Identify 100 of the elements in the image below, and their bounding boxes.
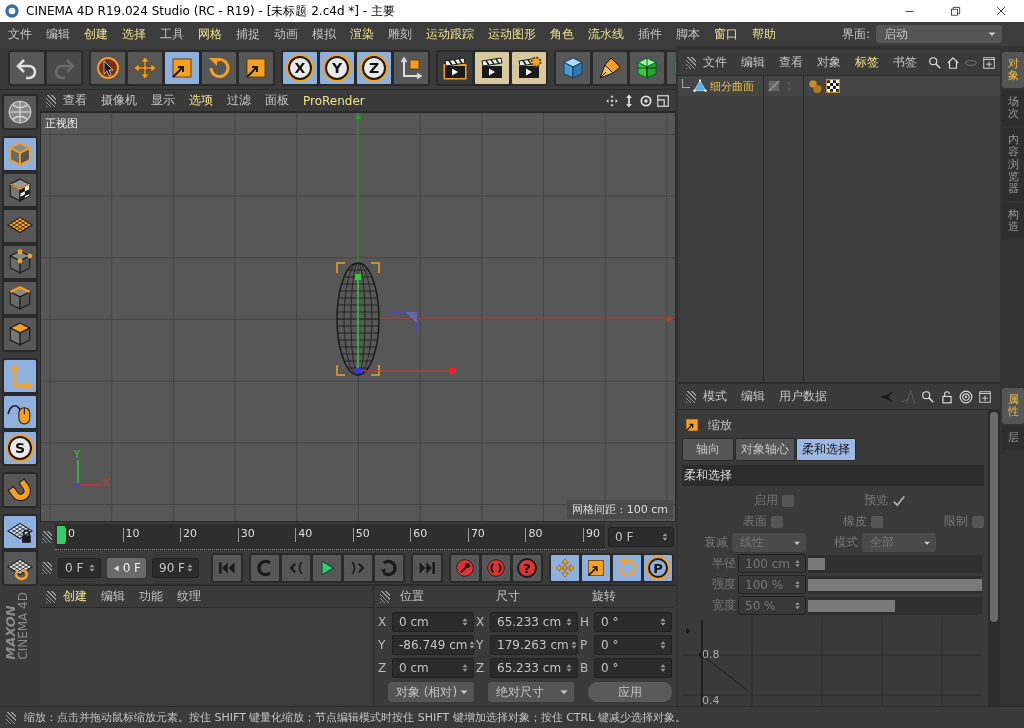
record-button[interactable] [450, 554, 480, 582]
timeline-ruler[interactable]: 0 10 20 30 40 50 60 70 80 90 [55, 524, 605, 550]
size-mode-dropdown[interactable]: 绝对尺寸 [488, 682, 574, 702]
size-field[interactable]: 65.233 cm [490, 658, 578, 678]
menu-item[interactable]: 工具 [153, 25, 191, 43]
apply-button[interactable]: 应用 [588, 682, 672, 702]
rotation-field[interactable]: 0 ° [594, 635, 672, 655]
object-menu-item[interactable]: 文件 [696, 54, 734, 71]
viewport-menu-item[interactable]: ProRender [296, 93, 372, 108]
menu-item[interactable]: 创建 [77, 25, 115, 43]
move-button[interactable] [550, 554, 580, 582]
object-menu-item[interactable]: 书签 [886, 54, 924, 71]
rotate-button[interactable] [201, 50, 237, 85]
menu-item[interactable]: 运动图形 [481, 25, 543, 43]
viewport-menu-item[interactable]: 摄像机 [94, 92, 144, 109]
object-menu-item[interactable]: 标签 [848, 54, 886, 71]
play-button[interactable] [312, 554, 342, 582]
side-tab[interactable]: 构造 [1002, 202, 1024, 240]
select-button[interactable] [90, 50, 126, 85]
cube-button[interactable] [555, 50, 591, 85]
viewport-menu-item[interactable]: 查看 [56, 92, 94, 109]
viewport-menu-item[interactable]: 面板 [258, 92, 296, 109]
grip-handle[interactable] [686, 56, 696, 69]
grip-handle[interactable] [686, 390, 696, 403]
menu-item[interactable]: 脚本 [669, 25, 707, 43]
menu-item[interactable]: 选择 [115, 25, 153, 43]
position-field[interactable]: 0 cm [392, 612, 474, 632]
end-frame-field[interactable]: 90 F [152, 558, 199, 578]
scale-button[interactable] [238, 50, 274, 85]
grip-handle[interactable] [46, 590, 56, 603]
menu-item[interactable]: 模拟 [305, 25, 343, 43]
size-field[interactable]: 179.263 cm [490, 635, 578, 655]
axis-mode-button[interactable] [3, 359, 37, 393]
param-button[interactable]: P [643, 554, 673, 582]
menu-item[interactable]: 捕捉 [229, 25, 267, 43]
axis-lock-button[interactable]: Z [356, 50, 392, 85]
layout-dropdown[interactable]: 启动 [876, 25, 1002, 43]
menu-item[interactable]: 运动跟踪 [419, 25, 481, 43]
side-tab[interactable]: 内容浏览器 [1002, 128, 1024, 201]
grip-handle[interactable] [46, 94, 56, 107]
side-tab[interactable]: 场次 [1002, 90, 1024, 127]
menu-item[interactable]: 编辑 [39, 25, 77, 43]
go-end-button[interactable] [412, 554, 442, 582]
tweak-button[interactable] [3, 395, 37, 429]
slider-track[interactable] [808, 596, 982, 615]
render-settings-button[interactable] [511, 50, 547, 85]
side-tab[interactable]: 对象 [1002, 52, 1024, 89]
material-menu-item[interactable]: 纹理 [170, 588, 208, 605]
grid-refresh-button[interactable] [3, 551, 37, 585]
viewport-menu-item[interactable]: 选项 [182, 92, 220, 109]
menu-item[interactable]: 雕刻 [381, 25, 419, 43]
scale-button[interactable] [581, 554, 611, 582]
snap-button[interactable]: S [3, 431, 37, 465]
polygons-button[interactable] [3, 317, 37, 351]
start-frame-field[interactable]: 0 F [58, 558, 101, 578]
workplane-button[interactable] [3, 209, 37, 243]
magnet-button[interactable] [3, 473, 37, 507]
size-field[interactable]: 65.233 cm [490, 612, 578, 632]
texture-button[interactable] [3, 173, 37, 207]
grip-handle[interactable] [380, 590, 390, 603]
grip-handle[interactable] [42, 562, 52, 574]
viewport-menu-item[interactable]: 过滤 [220, 92, 258, 109]
grip-handle[interactable] [42, 531, 52, 543]
subdivision-button[interactable] [629, 50, 665, 85]
rotate-button[interactable] [612, 554, 642, 582]
menu-item[interactable]: 帮助 [745, 25, 783, 43]
menu-item[interactable]: 角色 [543, 25, 581, 43]
material-menu-item[interactable]: 功能 [132, 588, 170, 605]
edges-button[interactable] [3, 281, 37, 315]
rotation-field[interactable]: 0 ° [594, 612, 672, 632]
move-button[interactable] [127, 50, 163, 85]
position-mode-dropdown[interactable]: 对象 (相对) [388, 682, 474, 702]
side-tab[interactable]: 属性 [1002, 388, 1024, 425]
view-button[interactable] [3, 95, 37, 129]
loop-forward-button[interactable] [374, 554, 404, 582]
menu-item[interactable]: 窗口 [707, 25, 745, 43]
object-menu-item[interactable]: 编辑 [734, 54, 772, 71]
viewport-menu-item[interactable]: 显示 [144, 92, 182, 109]
menu-item[interactable]: 网格 [191, 25, 229, 43]
axis-lock-button[interactable]: X [282, 50, 318, 85]
render-view-button[interactable] [437, 50, 473, 85]
object-menu-item[interactable]: 查看 [772, 54, 810, 71]
undo-button[interactable] [9, 50, 45, 85]
render-button[interactable] [474, 50, 510, 85]
points-button[interactable] [3, 245, 37, 279]
slider-track[interactable] [808, 554, 982, 573]
menu-item[interactable]: 动画 [267, 25, 305, 43]
preview-range-field[interactable]: 0 F [106, 558, 146, 578]
scale-button[interactable] [164, 50, 200, 85]
position-field[interactable]: 0 cm [392, 658, 474, 678]
menu-item[interactable]: 插件 [631, 25, 669, 43]
menu-item[interactable]: 流水线 [581, 25, 631, 43]
grip-handle[interactable] [6, 711, 16, 724]
side-tab[interactable]: 层 [1002, 426, 1024, 451]
coordinates-button[interactable] [393, 50, 429, 85]
grid-lock-button[interactable] [3, 515, 37, 549]
position-field[interactable]: -86.749 cm [392, 635, 474, 655]
model-button[interactable] [3, 137, 37, 171]
rotation-field[interactable]: 0 ° [594, 658, 672, 678]
pen-button[interactable] [592, 50, 628, 85]
